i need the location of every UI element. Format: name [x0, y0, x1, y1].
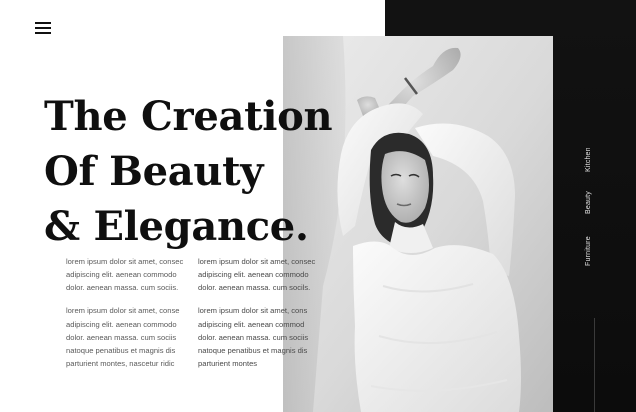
- menu-bar: [35, 22, 51, 24]
- body-paragraph: lorem ipsum dolor sit amet, consec adipi…: [198, 257, 316, 293]
- side-nav-item-beauty[interactable]: Beauty: [585, 191, 592, 214]
- landing-page: The Creation Of Beauty & Elegance. lorem…: [0, 0, 636, 412]
- body-paragraph: lorem ipsum dolor sit amet, cons adipisc…: [198, 306, 309, 368]
- body-text-left-column: lorem ipsum dolor sit amet, consec adipi…: [66, 255, 191, 380]
- hamburger-menu-icon[interactable]: [35, 21, 51, 35]
- body-text-right-column: lorem ipsum dolor sit amet, consec adipi…: [198, 255, 323, 380]
- hero-headline: The Creation Of Beauty & Elegance.: [44, 90, 333, 254]
- headline-line: The Creation: [44, 93, 333, 140]
- side-nav-item-furniture[interactable]: Furniture: [585, 236, 592, 266]
- headline-line: Of Beauty: [44, 147, 264, 195]
- menu-bar: [35, 27, 51, 29]
- side-nav-item-kitchen[interactable]: Kitchen: [585, 147, 592, 172]
- body-paragraph: lorem ipsum dolor sit amet, conse adipis…: [66, 306, 180, 368]
- headline-line: & Elegance.: [44, 202, 309, 250]
- body-paragraph: lorem ipsum dolor sit amet, consec adipi…: [66, 257, 184, 293]
- side-nav-furniture[interactable]: Furniture: [585, 236, 605, 326]
- menu-bar: [35, 32, 51, 34]
- side-divider-line: [594, 318, 595, 412]
